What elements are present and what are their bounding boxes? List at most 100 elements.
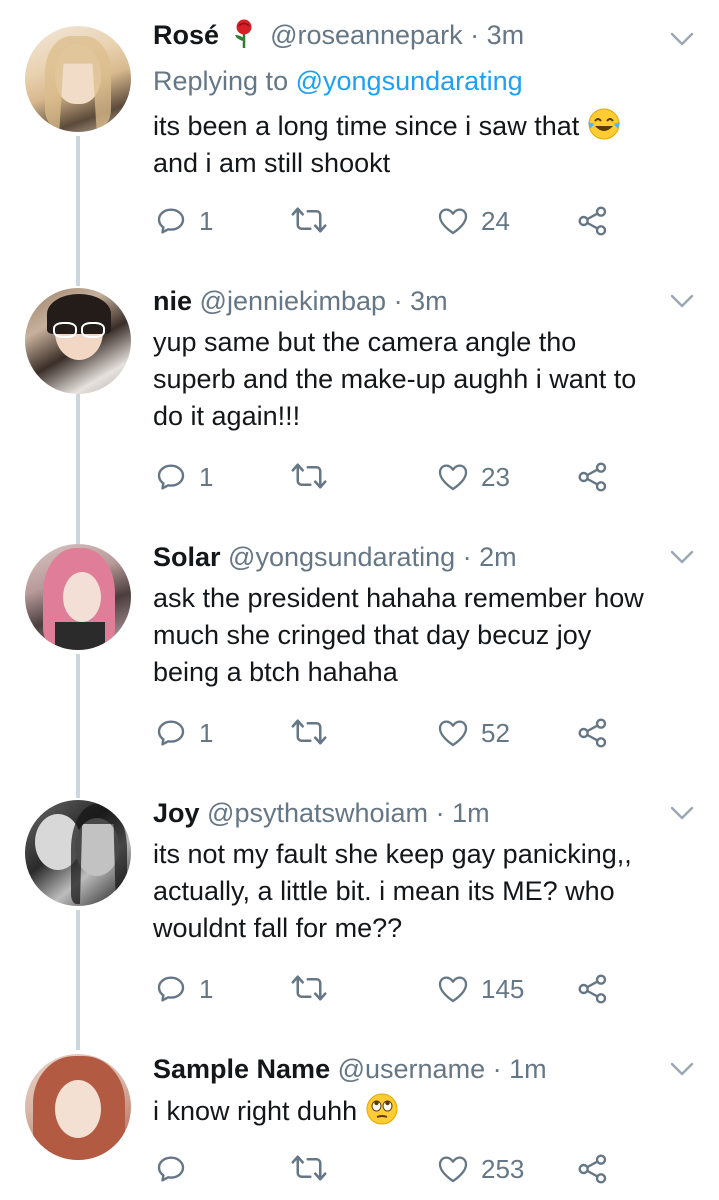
like-icon: [437, 461, 469, 493]
display-name[interactable]: Joy: [153, 798, 200, 828]
tweet-text-line: its not my fault she keep gay panicking,…: [153, 839, 632, 869]
avatar[interactable]: [25, 288, 131, 394]
share-button[interactable]: [577, 1153, 609, 1185]
tweet[interactable]: Solar @yongsundarating · 2m ask the pres…: [0, 520, 719, 778]
share-icon: [577, 461, 609, 493]
tweet-text: yup same but the camera angle tho superb…: [153, 324, 703, 435]
chevron-down-icon[interactable]: [669, 548, 695, 566]
user-handle[interactable]: @roseannepark: [270, 20, 463, 50]
user-handle[interactable]: @yongsundarating: [228, 542, 455, 572]
reply-count: 1: [199, 973, 214, 1004]
display-name[interactable]: Solar: [153, 542, 221, 572]
display-name[interactable]: Sample Name: [153, 1054, 330, 1084]
reply-button[interactable]: 1: [155, 461, 213, 493]
like-count: 24: [481, 205, 510, 236]
tweet-text: its not my fault she keep gay panicking,…: [153, 836, 703, 947]
tweet-header: Rosé @roseannepark · 3m: [153, 18, 524, 52]
reply-button[interactable]: 1: [155, 717, 213, 749]
retweet-icon: [290, 205, 328, 235]
user-handle[interactable]: @jenniekimbap: [200, 286, 387, 316]
like-icon: [437, 205, 469, 237]
tweet-text-line: being a btch hahaha: [153, 657, 398, 687]
avatar[interactable]: [25, 800, 131, 906]
user-handle[interactable]: @username: [338, 1054, 485, 1084]
share-icon: [577, 973, 609, 1005]
like-count: 253: [481, 1153, 525, 1184]
timestamp[interactable]: 1m: [452, 798, 490, 828]
reply-icon: [155, 973, 187, 1005]
replying-to-label: Replying to: [153, 66, 289, 96]
retweet-button[interactable]: [290, 461, 328, 491]
timestamp[interactable]: 1m: [509, 1054, 547, 1084]
display-name[interactable]: nie: [153, 286, 192, 316]
retweet-button[interactable]: [290, 205, 328, 235]
tweet-actions: 1 23: [155, 461, 655, 501]
share-button[interactable]: [577, 973, 609, 1005]
like-icon: [437, 717, 469, 749]
chevron-down-icon[interactable]: [669, 804, 695, 822]
reply-button[interactable]: [155, 1153, 187, 1185]
reply-button[interactable]: 1: [155, 973, 213, 1005]
retweet-button[interactable]: [290, 1153, 328, 1183]
reply-icon: [155, 205, 187, 237]
timestamp[interactable]: 2m: [479, 542, 517, 572]
share-button[interactable]: [577, 205, 609, 237]
user-handle[interactable]: @psythatswhoiam: [207, 798, 428, 828]
share-button[interactable]: [577, 461, 609, 493]
share-icon: [577, 717, 609, 749]
tweet-text-line: its been a long time since i saw that: [153, 111, 580, 141]
tweet-text-line: superb and the make-up aughh i want to: [153, 364, 637, 394]
reply-count: 1: [199, 717, 214, 748]
reply-handle-link[interactable]: @yongsundarating: [296, 66, 523, 96]
like-button[interactable]: 23: [437, 461, 510, 493]
like-icon: [437, 973, 469, 1005]
tweet-actions: 1 145: [155, 973, 655, 1013]
like-count: 145: [481, 973, 525, 1004]
retweet-icon: [290, 461, 328, 491]
timestamp[interactable]: 3m: [487, 20, 525, 50]
tweet[interactable]: nie @jenniekimbap · 3m yup same but the …: [0, 262, 719, 520]
rose-emoji: [231, 19, 257, 49]
avatar[interactable]: [25, 1054, 131, 1160]
like-button[interactable]: 24: [437, 205, 510, 237]
tweet-header: Joy @psythatswhoiam · 1m: [153, 796, 490, 830]
replying-to: Replying to @yongsundarating: [153, 64, 523, 98]
reply-icon: [155, 1153, 187, 1185]
avatar[interactable]: [25, 544, 131, 650]
retweet-button[interactable]: [290, 973, 328, 1003]
tweet-actions: 253: [155, 1153, 655, 1193]
share-icon: [577, 205, 609, 237]
reply-count: 1: [199, 205, 214, 236]
tweet-actions: 1 24: [155, 205, 655, 245]
retweet-icon: [290, 973, 328, 1003]
timestamp[interactable]: 3m: [410, 286, 448, 316]
tweet[interactable]: Sample Name @username · 1m i know right …: [0, 1036, 719, 1200]
retweet-icon: [290, 1153, 328, 1183]
retweet-button[interactable]: [290, 717, 328, 747]
display-name[interactable]: Rosé: [153, 20, 219, 50]
tweet-text: ask the president hahaha remember how mu…: [153, 580, 703, 691]
like-icon: [437, 1153, 469, 1185]
eye-roll-emoji: [365, 1092, 399, 1126]
share-icon: [577, 1153, 609, 1185]
like-count: 52: [481, 717, 510, 748]
tweet[interactable]: Joy @psythatswhoiam · 1m its not my faul…: [0, 778, 719, 1036]
chevron-down-icon[interactable]: [669, 30, 695, 48]
chevron-down-icon[interactable]: [669, 1060, 695, 1078]
tweet-text-line: yup same but the camera angle tho: [153, 327, 577, 357]
tweet-text-line: ask the president hahaha remember how: [153, 583, 644, 613]
reply-icon: [155, 461, 187, 493]
share-button[interactable]: [577, 717, 609, 749]
like-button[interactable]: 253: [437, 1153, 524, 1185]
tweet-text-line: do it again!!!: [153, 401, 301, 431]
tweet-text-line: i know right duhh: [153, 1096, 358, 1126]
like-button[interactable]: 145: [437, 973, 524, 1005]
like-count: 23: [481, 461, 510, 492]
reply-count: 1: [199, 461, 214, 492]
avatar[interactable]: [25, 26, 131, 132]
chevron-down-icon[interactable]: [669, 292, 695, 310]
like-button[interactable]: 52: [437, 717, 510, 749]
tweet-text-line: wouldnt fall for me??: [153, 913, 403, 943]
tweet[interactable]: Rosé @roseannepark · 3m Replying to @yon…: [0, 0, 719, 262]
reply-button[interactable]: 1: [155, 205, 213, 237]
